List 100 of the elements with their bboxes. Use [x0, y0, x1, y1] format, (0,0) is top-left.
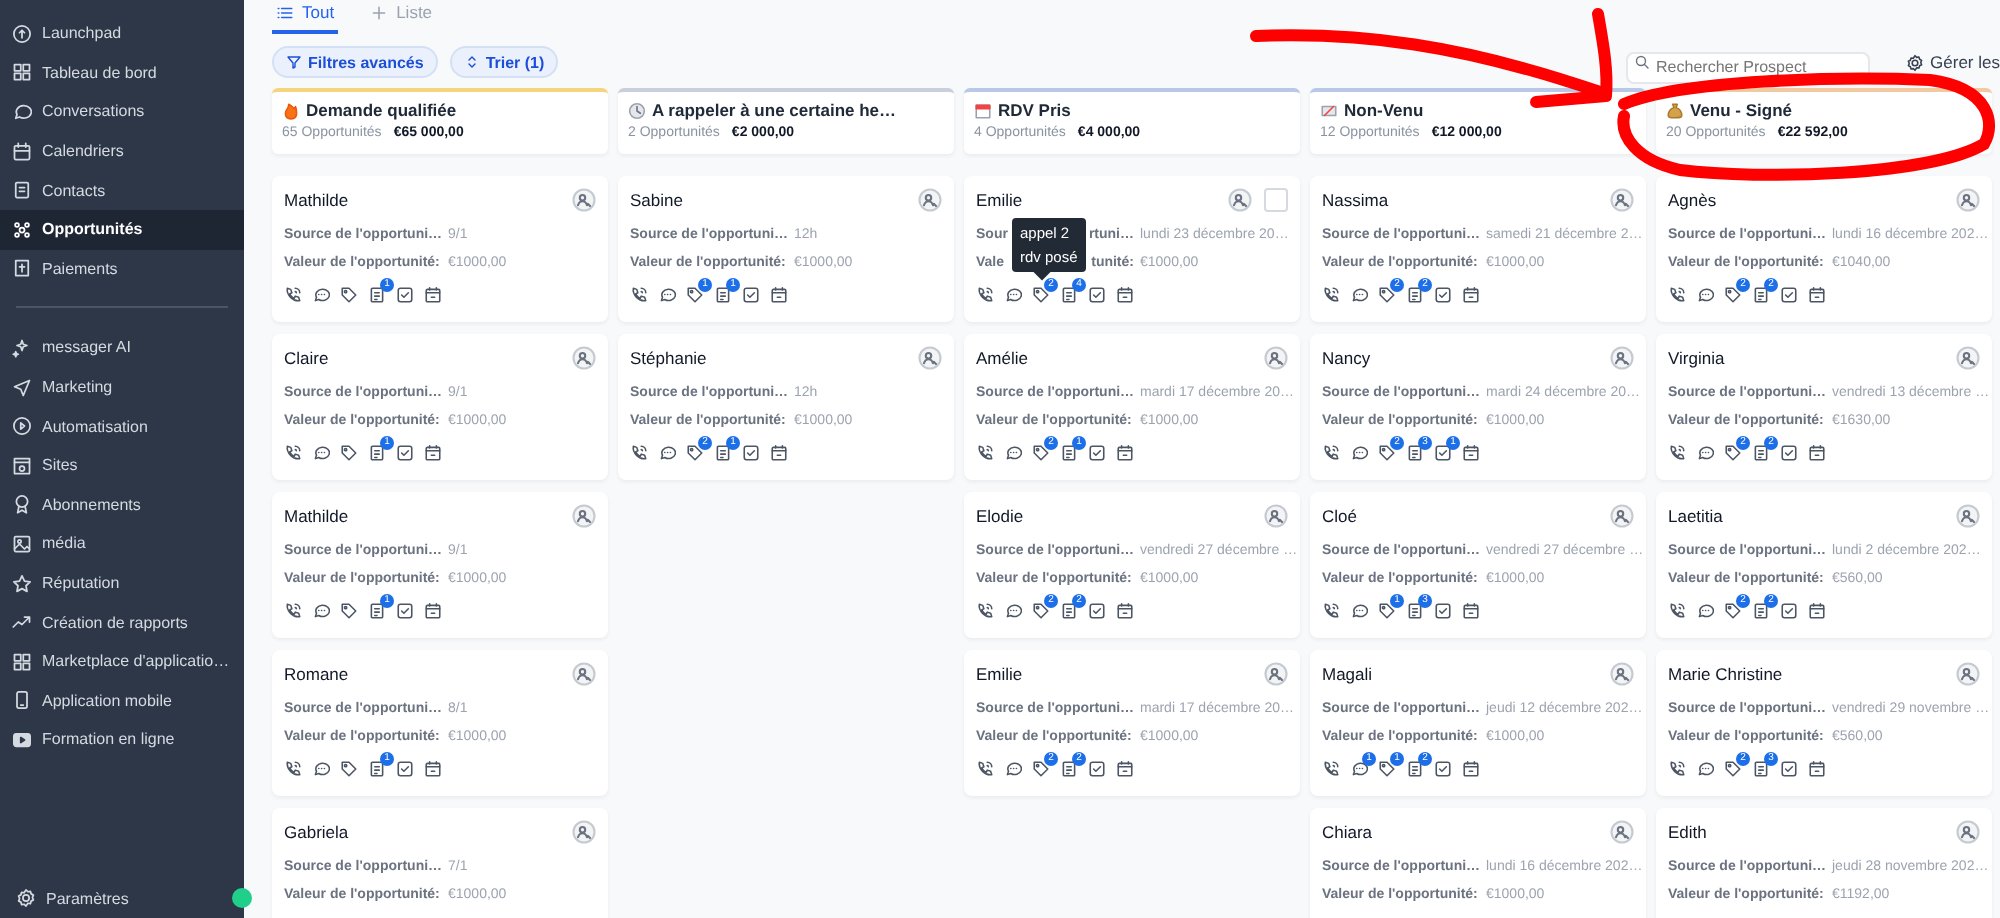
checklist-icon[interactable] — [396, 444, 414, 462]
chat-icon[interactable] — [312, 444, 330, 462]
note-icon[interactable] — [714, 286, 732, 304]
sidebar-item[interactable]: messager AI — [0, 328, 244, 368]
chat-icon[interactable] — [1350, 760, 1368, 778]
assign-user-icon[interactable] — [572, 188, 596, 212]
note-icon[interactable] — [1406, 760, 1424, 778]
sidebar-item[interactable]: Opportunités — [0, 209, 244, 250]
assign-user-icon[interactable] — [1610, 188, 1634, 212]
sidebar-item[interactable]: Tableau de bord — [0, 53, 244, 93]
calendar-icon[interactable] — [1808, 602, 1826, 620]
tag-icon[interactable] — [340, 602, 358, 620]
calendar-icon[interactable] — [770, 286, 788, 304]
tag-icon[interactable] — [1378, 602, 1396, 620]
note-icon[interactable] — [368, 602, 386, 620]
filter-button[interactable]: Filtres avancés — [272, 46, 438, 78]
calendar-icon[interactable] — [1808, 760, 1826, 778]
checklist-icon[interactable] — [1780, 602, 1798, 620]
chat-icon[interactable] — [1350, 602, 1368, 620]
calendar-icon[interactable] — [424, 444, 442, 462]
sidebar-item[interactable]: Calendriers — [0, 131, 244, 171]
checklist-icon[interactable] — [396, 760, 414, 778]
calendar-icon[interactable] — [424, 760, 442, 778]
sidebar-item[interactable]: Sites — [0, 445, 244, 486]
view-tab[interactable]: Tout — [272, 0, 339, 34]
note-icon[interactable] — [1060, 760, 1078, 778]
sidebar-item[interactable]: Marketplace d'applicatio… — [0, 641, 244, 681]
chat-icon[interactable] — [312, 286, 330, 304]
checklist-icon[interactable] — [1088, 286, 1106, 304]
tag-icon[interactable] — [1032, 602, 1050, 620]
assign-user-icon[interactable] — [572, 346, 596, 370]
calendar-icon[interactable] — [1462, 760, 1480, 778]
note-icon[interactable] — [1752, 602, 1770, 620]
sidebar-item[interactable]: Paiements — [0, 249, 244, 289]
assign-user-icon[interactable] — [572, 662, 596, 686]
note-icon[interactable] — [368, 444, 386, 462]
phone-icon[interactable] — [1322, 444, 1340, 462]
manage-button[interactable]: Gérer les — [1898, 52, 2000, 72]
sidebar-item[interactable]: Launchpad — [0, 14, 244, 54]
phone-icon[interactable] — [1322, 286, 1340, 304]
calendar-icon[interactable] — [1462, 444, 1480, 462]
calendar-icon[interactable] — [1116, 760, 1134, 778]
tag-icon[interactable] — [340, 286, 358, 304]
note-icon[interactable] — [368, 286, 386, 304]
assign-user-icon[interactable] — [1956, 504, 1980, 528]
assign-user-icon[interactable] — [1264, 346, 1288, 370]
checklist-icon[interactable] — [1434, 444, 1452, 462]
phone-icon[interactable] — [1668, 760, 1686, 778]
tag-icon[interactable] — [1032, 760, 1050, 778]
checklist-icon[interactable] — [1780, 444, 1798, 462]
checklist-icon[interactable] — [1088, 602, 1106, 620]
chat-icon[interactable] — [1350, 286, 1368, 304]
phone-icon[interactable] — [630, 286, 648, 304]
checklist-icon[interactable] — [1434, 760, 1452, 778]
assign-user-icon[interactable] — [1610, 504, 1634, 528]
chat-icon[interactable] — [1350, 444, 1368, 462]
note-icon[interactable] — [368, 760, 386, 778]
phone-icon[interactable] — [976, 286, 994, 304]
calendar-icon[interactable] — [1808, 286, 1826, 304]
assign-user-icon[interactable] — [1264, 662, 1288, 686]
note-icon[interactable] — [1406, 286, 1424, 304]
checklist-icon[interactable] — [742, 444, 760, 462]
sidebar-item[interactable]: Paramètres — [16, 878, 129, 918]
note-icon[interactable] — [1406, 444, 1424, 462]
sidebar-item[interactable]: Application mobile — [0, 681, 244, 721]
phone-icon[interactable] — [1322, 602, 1340, 620]
tag-icon[interactable] — [1724, 444, 1742, 462]
assign-user-icon[interactable] — [1228, 188, 1252, 212]
assign-user-icon[interactable] — [1956, 346, 1980, 370]
sidebar-item[interactable]: média — [0, 524, 244, 564]
assign-user-icon[interactable] — [1610, 820, 1634, 844]
sort-button[interactable]: Trier (1) — [449, 46, 559, 78]
assign-user-icon[interactable] — [918, 346, 942, 370]
checklist-icon[interactable] — [1780, 760, 1798, 778]
assign-user-icon[interactable] — [1610, 346, 1634, 370]
checklist-icon[interactable] — [1434, 602, 1452, 620]
sidebar-item[interactable]: Contacts — [0, 170, 244, 210]
tag-icon[interactable] — [1032, 286, 1050, 304]
assign-user-icon[interactable] — [572, 820, 596, 844]
assign-user-icon[interactable] — [1610, 662, 1634, 686]
sidebar-item[interactable]: Réputation — [0, 563, 244, 603]
assign-user-icon[interactable] — [1956, 820, 1980, 844]
tag-icon[interactable] — [686, 286, 704, 304]
tag-icon[interactable] — [340, 760, 358, 778]
calendar-icon[interactable] — [424, 602, 442, 620]
assign-user-icon[interactable] — [1956, 188, 1980, 212]
chat-icon[interactable] — [1696, 602, 1714, 620]
tag-icon[interactable] — [686, 444, 704, 462]
phone-icon[interactable] — [976, 602, 994, 620]
checklist-icon[interactable] — [396, 286, 414, 304]
phone-icon[interactable] — [284, 602, 302, 620]
assign-user-icon[interactable] — [572, 504, 596, 528]
phone-icon[interactable] — [976, 760, 994, 778]
tag-icon[interactable] — [1724, 760, 1742, 778]
calendar-icon[interactable] — [770, 444, 788, 462]
phone-icon[interactable] — [284, 760, 302, 778]
phone-icon[interactable] — [284, 286, 302, 304]
tag-icon[interactable] — [1724, 602, 1742, 620]
assign-user-icon[interactable] — [918, 188, 942, 212]
checklist-icon[interactable] — [1088, 444, 1106, 462]
